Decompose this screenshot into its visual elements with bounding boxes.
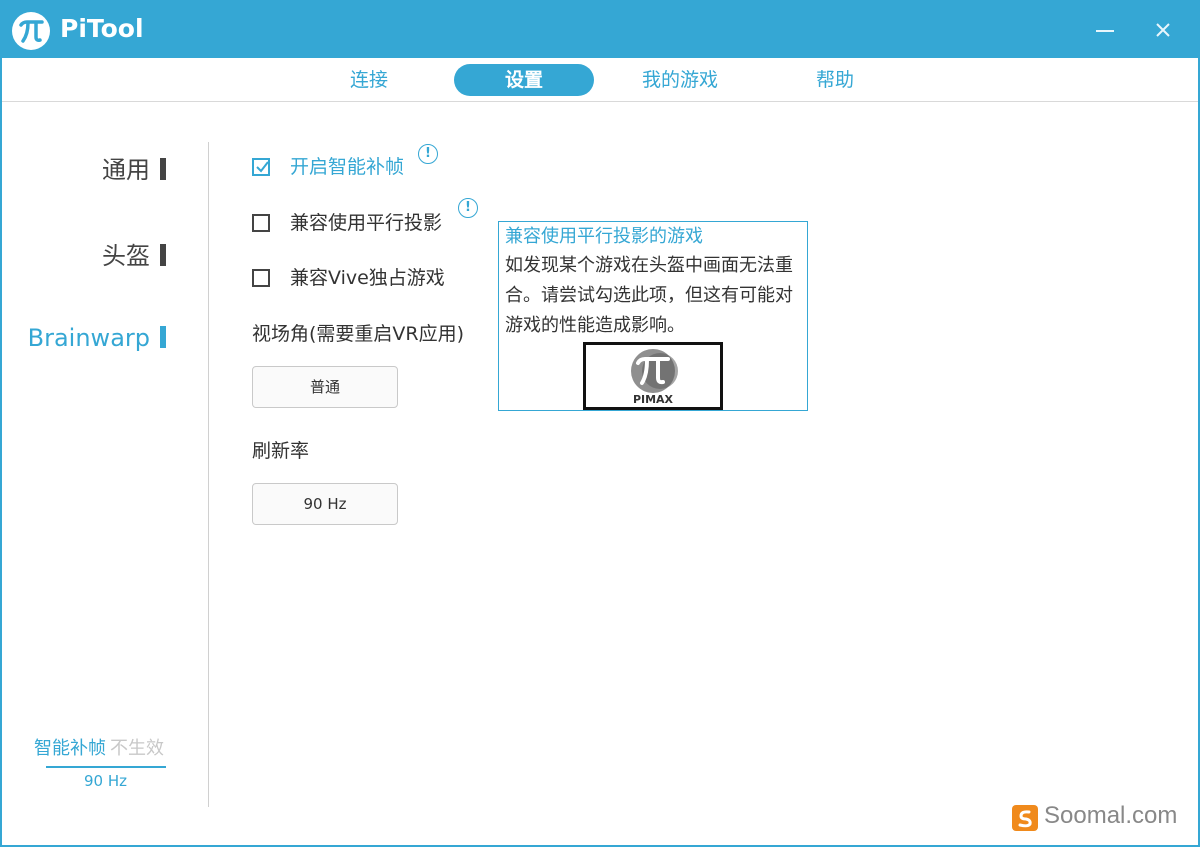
- status-state-label: 不生效: [110, 738, 164, 759]
- tooltip-title: 兼容使用平行投影的游戏: [505, 226, 703, 247]
- option-vive-exclusive[interactable]: 兼容Vive独占游戏: [252, 263, 445, 290]
- sidebar-item-headset[interactable]: 头盔: [102, 236, 166, 271]
- status-divider: [46, 766, 166, 768]
- option-label: 兼容使用平行投影: [290, 212, 443, 234]
- checkbox-unchecked[interactable]: [252, 269, 270, 287]
- fov-select[interactable]: 普通: [252, 366, 398, 408]
- option-smart-frame-interpolation[interactable]: 开启智能补帧: [252, 152, 404, 179]
- close-icon: [1156, 23, 1170, 37]
- refresh-rate-label: 刷新率: [252, 440, 310, 462]
- svg-text:PIMAX: PIMAX: [633, 393, 674, 406]
- title-bar[interactable]: PiTool: [2, 2, 1198, 58]
- checkmark-icon: [256, 161, 269, 173]
- sidebar-item-general[interactable]: 通用: [102, 150, 166, 185]
- checkbox-unchecked[interactable]: [252, 214, 270, 232]
- fov-label: 视场角(需要重启VR应用): [252, 323, 465, 345]
- option-label: 开启智能补帧: [290, 156, 405, 178]
- brainwarp-status: 智能补帧 不生效 90 Hz: [34, 734, 184, 790]
- minimize-icon: [1096, 30, 1114, 32]
- app-title: PiTool: [60, 14, 144, 43]
- tab-my-games[interactable]: 我的游戏: [630, 64, 730, 96]
- checkbox-checked[interactable]: [252, 158, 270, 176]
- tab-help[interactable]: 帮助: [802, 64, 868, 96]
- sidebar-item-label: 通用: [102, 156, 150, 184]
- refresh-rate-select[interactable]: 90 Hz: [252, 483, 398, 525]
- sidebar-item-label: Brainwarp: [27, 324, 150, 352]
- soomal-watermark: Soomal.com: [1012, 802, 1192, 834]
- sidebar-marker: [160, 158, 166, 180]
- option-parallel-projection[interactable]: 兼容使用平行投影: [252, 208, 442, 235]
- status-feature-label: 智能补帧: [34, 738, 106, 759]
- sidebar-marker: [160, 244, 166, 266]
- pimax-logo: PIMAX: [583, 342, 723, 410]
- watermark-text: Soomal.com: [1044, 802, 1178, 829]
- info-icon[interactable]: !: [418, 144, 438, 164]
- tab-settings[interactable]: 设置: [454, 64, 594, 96]
- sidebar-item-brainwarp[interactable]: Brainwarp: [28, 324, 166, 352]
- soomal-logo-icon: [1012, 805, 1038, 831]
- status-refresh-rate: 90 Hz: [84, 772, 128, 790]
- option-label: 兼容Vive独占游戏: [290, 267, 445, 289]
- tab-bar: 连接 设置 我的游戏 帮助: [2, 58, 1198, 102]
- tooltip-body: 如发现某个游戏在头盔中画面无法重合。请尝试勾选此项，但这有可能对游戏的性能造成影…: [505, 255, 793, 336]
- minimize-button[interactable]: [1088, 14, 1122, 46]
- sidebar-item-label: 头盔: [102, 242, 150, 270]
- tab-connect[interactable]: 连接: [332, 64, 406, 96]
- sidebar-marker: [160, 326, 166, 348]
- sidebar-divider: [208, 142, 209, 807]
- close-button[interactable]: [1146, 14, 1180, 46]
- info-icon[interactable]: !: [458, 198, 478, 218]
- parallel-projection-tooltip: 兼容使用平行投影的游戏 如发现某个游戏在头盔中画面无法重合。请尝试勾选此项，但这…: [498, 221, 808, 411]
- pitool-logo-icon: [12, 12, 50, 50]
- pitool-window: PiTool 连接 设置 我的游戏 帮助 通用 头盔 Brainwarp 智能补…: [0, 0, 1200, 847]
